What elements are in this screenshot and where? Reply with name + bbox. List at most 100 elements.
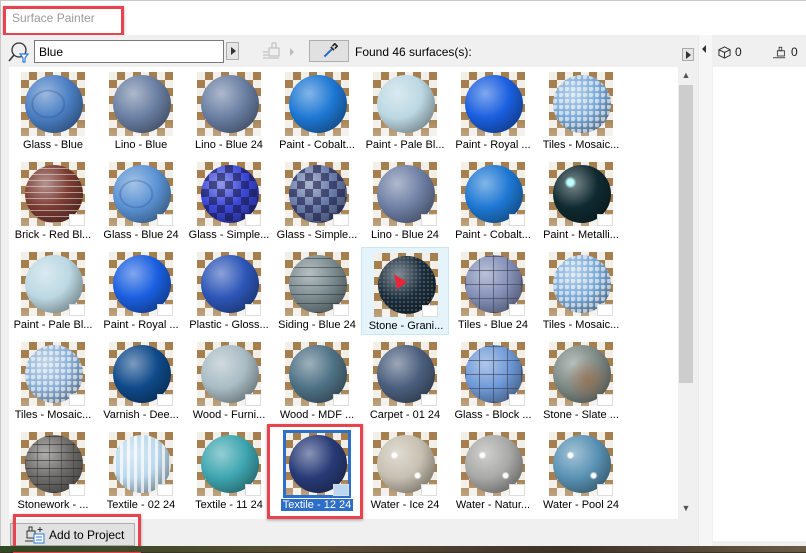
surface-label: Glass - Block ... bbox=[449, 409, 537, 421]
expand-panel-button[interactable] bbox=[682, 48, 694, 61]
material-sphere bbox=[377, 75, 435, 133]
surface-label: Tiles - Mosaic... bbox=[9, 409, 97, 421]
surface-tile[interactable]: Tiles - Mosaic... bbox=[537, 247, 625, 335]
surface-label-text: Paint - Royal ... bbox=[103, 319, 179, 331]
surface-tile[interactable]: Stonework - ... bbox=[9, 427, 97, 515]
toolbar: Found 46 surfaces(s): bbox=[1, 35, 701, 67]
search-input[interactable] bbox=[34, 40, 224, 63]
paint-menu-arrow-icon[interactable] bbox=[290, 48, 294, 56]
scroll-down-icon[interactable]: ▼ bbox=[681, 503, 691, 513]
surface-label: Water - Pool 24 bbox=[537, 499, 625, 511]
surface-label-text: Glass - Simple... bbox=[188, 229, 270, 241]
surface-tile[interactable]: Paint - Royal ... bbox=[97, 247, 185, 335]
surface-label: Water - Ice 24 bbox=[361, 499, 449, 511]
surface-label-text: Tiles - Mosaic... bbox=[14, 409, 92, 421]
surface-tile[interactable]: Glass - Blue bbox=[9, 67, 97, 155]
surface-tile[interactable]: Paint - Cobalt... bbox=[449, 157, 537, 245]
eyedropper-icon bbox=[323, 43, 338, 58]
surface-label-text: Textile - 02 24 bbox=[106, 499, 176, 511]
surface-label-text: Lino - Blue 24 bbox=[371, 229, 439, 241]
surface-thumbnail bbox=[461, 432, 525, 496]
in-project-indicator bbox=[597, 214, 613, 226]
search-options-button[interactable] bbox=[226, 42, 239, 60]
surface-label: Paint - Cobalt... bbox=[273, 139, 361, 151]
paint-brush-icon[interactable] bbox=[263, 42, 283, 60]
surface-tile[interactable]: Water - Ice 24 bbox=[361, 427, 449, 515]
surface-tile[interactable]: Wood - Furni... bbox=[185, 337, 273, 425]
in-project-indicator bbox=[245, 484, 261, 496]
surface-label-text: Siding - Blue 24 bbox=[278, 319, 356, 331]
in-project-indicator bbox=[157, 304, 173, 316]
surface-tile[interactable]: Siding - Blue 24 bbox=[273, 247, 361, 335]
surface-tile[interactable]: Wood - MDF ... bbox=[273, 337, 361, 425]
in-project-indicator bbox=[69, 304, 85, 316]
surface-tile[interactable]: Paint - Pale Bl... bbox=[9, 247, 97, 335]
surface-thumbnail bbox=[109, 162, 173, 226]
panel-splitter[interactable] bbox=[698, 35, 712, 547]
surface-thumbnail bbox=[373, 432, 437, 496]
surface-tile[interactable]: Tiles - Mosaic... bbox=[537, 67, 625, 155]
surface-tile[interactable]: Brick - Red Bl... bbox=[9, 157, 97, 245]
surface-label-text: Wood - MDF ... bbox=[279, 409, 355, 421]
surface-label-text: Wood - Furni... bbox=[192, 409, 266, 421]
surface-tile[interactable]: Stone - Grani... bbox=[361, 247, 449, 335]
surface-thumbnail bbox=[461, 162, 525, 226]
material-sphere bbox=[113, 75, 171, 133]
surface-label-text: Brick - Red Bl... bbox=[14, 229, 92, 241]
objects-count: 0 bbox=[718, 45, 742, 59]
scroll-up-icon[interactable]: ▲ bbox=[681, 70, 691, 80]
surface-label: Stone - Slate ... bbox=[537, 409, 625, 421]
surface-thumbnail bbox=[21, 252, 85, 316]
surface-thumbnail bbox=[373, 342, 437, 406]
surface-tile[interactable]: Varnish - Dee... bbox=[97, 337, 185, 425]
surface-label: Paint - Pale Bl... bbox=[9, 319, 97, 331]
surface-label-text: Stone - Slate ... bbox=[543, 409, 619, 421]
surface-tile[interactable]: Paint - Royal ... bbox=[449, 67, 537, 155]
surface-thumbnail bbox=[461, 342, 525, 406]
surface-label-text: Water - Ice 24 bbox=[370, 499, 440, 511]
surface-label: Water - Natur... bbox=[449, 499, 537, 511]
surface-label: Paint - Royal ... bbox=[97, 319, 185, 331]
surface-tile[interactable]: Glass - Simple... bbox=[185, 157, 273, 245]
surface-tile[interactable]: Textile - 11 24 bbox=[185, 427, 273, 515]
surface-tile[interactable]: Lino - Blue bbox=[97, 67, 185, 155]
eyedropper-button[interactable] bbox=[309, 40, 349, 62]
surface-tile[interactable]: Paint - Pale Bl... bbox=[361, 67, 449, 155]
surface-label-text: Stonework - ... bbox=[17, 499, 89, 511]
surface-tile[interactable]: Water - Natur... bbox=[449, 427, 537, 515]
paint-brush-icon bbox=[773, 46, 786, 58]
surface-thumbnail bbox=[373, 162, 437, 226]
in-project-indicator bbox=[597, 394, 613, 406]
surface-label-text: Lino - Blue bbox=[114, 139, 168, 151]
desktop-background bbox=[0, 546, 806, 552]
surface-tile[interactable]: Paint - Metalli... bbox=[537, 157, 625, 245]
surface-label: Textile - 02 24 bbox=[97, 499, 185, 511]
surface-tile[interactable]: Tiles - Blue 24 bbox=[449, 247, 537, 335]
add-to-project-button[interactable]: Add to Project bbox=[10, 523, 135, 546]
search-filter-icon[interactable] bbox=[8, 41, 30, 63]
surface-tile[interactable]: Carpet - 01 24 bbox=[361, 337, 449, 425]
in-project-indicator bbox=[157, 214, 173, 226]
surface-grid: Glass - Blue Lino - Blue Lino - Blue 24 Pai… bbox=[9, 67, 678, 519]
surface-tile[interactable]: Glass - Simple... bbox=[273, 157, 361, 245]
surface-tile[interactable]: Glass - Block ... bbox=[449, 337, 537, 425]
surface-label: Lino - Blue bbox=[97, 139, 185, 151]
surface-tile[interactable]: Paint - Cobalt... bbox=[273, 67, 361, 155]
surface-thumbnail bbox=[285, 162, 349, 226]
surface-tile[interactable]: Textile - 02 24 bbox=[97, 427, 185, 515]
scrollbar-thumb[interactable] bbox=[679, 85, 693, 383]
vertical-scrollbar[interactable]: ▲ ▼ bbox=[678, 67, 694, 519]
surface-tile[interactable]: Lino - Blue 24 bbox=[361, 157, 449, 245]
collapse-left-arrow-icon[interactable] bbox=[702, 45, 706, 53]
surface-tile[interactable]: Lino - Blue 24 bbox=[185, 67, 273, 155]
surface-tile[interactable]: Water - Pool 24 bbox=[537, 427, 625, 515]
surface-tile[interactable]: Glass - Blue 24 bbox=[97, 157, 185, 245]
surface-label-text: Glass - Simple... bbox=[276, 229, 358, 241]
surface-tile[interactable]: Plastic - Gloss... bbox=[185, 247, 273, 335]
surface-tile[interactable]: Stone - Slate ... bbox=[537, 337, 625, 425]
surface-tile[interactable]: Textile - 12 24 bbox=[273, 427, 361, 515]
in-project-indicator bbox=[421, 394, 437, 406]
surface-label: Varnish - Dee... bbox=[97, 409, 185, 421]
surface-tile[interactable]: Tiles - Mosaic... bbox=[9, 337, 97, 425]
surface-label: Tiles - Mosaic... bbox=[537, 139, 625, 151]
